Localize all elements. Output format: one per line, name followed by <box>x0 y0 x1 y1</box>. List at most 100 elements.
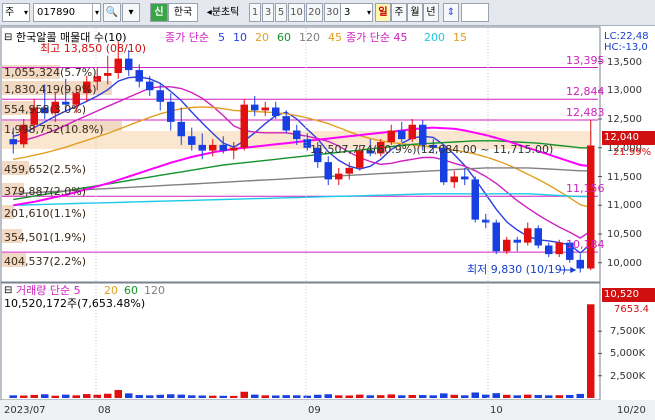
candle-body <box>345 167 353 174</box>
ma-period-10: 10 <box>233 31 247 44</box>
candle-body <box>513 239 521 243</box>
volume-bar <box>450 394 458 398</box>
candle-body <box>555 242 563 255</box>
volume-bar <box>93 394 101 398</box>
range-text: 11,507,774(60.9%)(12,084.00 ~ 11,715.00) <box>310 143 554 156</box>
volume-bar <box>167 394 175 398</box>
low-marker: 최저 9,830 (10/19) <box>467 263 567 276</box>
candle-body <box>503 239 511 252</box>
candle-body <box>524 228 532 243</box>
volume-bar <box>135 395 143 398</box>
volume-axis-label: 2,500K <box>610 370 646 382</box>
volume-bar <box>314 394 322 398</box>
volume-bar <box>219 395 227 398</box>
volume-bar <box>156 394 164 398</box>
candle-body <box>471 179 479 220</box>
volume-bar <box>566 394 574 398</box>
volume-bar <box>188 395 196 398</box>
volume-bar <box>492 393 500 398</box>
volume-bar <box>125 393 133 398</box>
candle-body <box>545 245 553 255</box>
collapse-icon[interactable]: ⊟ <box>4 284 12 297</box>
candle-body <box>219 144 227 151</box>
volume-profile-label: 1,998,752(10.8%) <box>4 123 104 136</box>
volume-axis-label: 7,500K <box>610 326 646 338</box>
volume-bar <box>272 395 280 398</box>
time-axis-label: 2023/07 <box>4 405 46 416</box>
ma2-period-15: 15 <box>453 31 467 44</box>
volume-profile-label: 201,610(1.1%) <box>4 207 87 220</box>
candle-body <box>114 58 122 73</box>
volume-bar <box>408 394 416 398</box>
volume-bar <box>335 395 343 398</box>
volume-bar <box>51 395 59 398</box>
volume-bar <box>72 395 80 398</box>
volume-bar <box>534 395 542 398</box>
current-price-badge: 12,040 <box>602 131 655 145</box>
candle-body <box>146 81 154 91</box>
candle-body <box>177 121 185 137</box>
volume-bar <box>251 394 259 398</box>
volume-profile-label: 379,887(2.0%) <box>4 185 87 198</box>
volume-bar <box>356 394 364 398</box>
candle-body <box>450 176 458 183</box>
candle-body <box>156 90 164 102</box>
price-axis-label: 12,500 <box>607 114 642 125</box>
volume-bar <box>198 395 206 398</box>
candle-body <box>240 104 248 148</box>
volume-bar <box>240 391 248 398</box>
volume-bar <box>545 395 553 398</box>
volume-bar <box>461 395 469 398</box>
ma-period-45: 45 <box>328 31 342 44</box>
volume-bar <box>377 395 385 398</box>
candle-body <box>188 136 196 145</box>
candle-body <box>251 104 259 111</box>
volume-bar <box>398 395 406 398</box>
ma2-period-200: 200 <box>424 31 445 44</box>
candle-body <box>576 259 584 269</box>
ma-period-5: 5 <box>218 31 225 44</box>
volume-bar <box>83 394 91 398</box>
current-change: 21.99% <box>613 147 652 158</box>
price-axis-label: 10,000 <box>607 257 642 269</box>
volume-bar <box>524 394 532 398</box>
volume-bar <box>513 395 521 398</box>
volume-bar <box>293 395 301 398</box>
candle-body <box>125 58 133 71</box>
volume-bar <box>366 395 374 398</box>
volume-bar <box>576 393 584 398</box>
volume-bar <box>440 393 448 398</box>
candle-body <box>419 124 427 145</box>
ma-period-60: 60 <box>277 31 291 44</box>
volume-bar <box>177 394 185 398</box>
hc-label: HC:-13,0 <box>604 42 648 53</box>
volume-title: 거래량 단순 5 <box>16 284 81 297</box>
volume-bar <box>471 392 479 398</box>
ma2-label: 종가 단순 45 <box>346 31 408 44</box>
time-axis-label: 08 <box>98 405 111 416</box>
candle-body <box>293 130 301 140</box>
candle-body <box>198 144 206 151</box>
ma-period-20: 20 <box>255 31 269 44</box>
high-marker: 최고 13,850 (08/10) <box>40 42 147 55</box>
volume-profile-label: 554,958(3.0%) <box>4 103 87 116</box>
price-chart[interactable] <box>0 0 655 420</box>
volume-detail: 10,520,172주(7,653.48%) <box>4 297 146 310</box>
candle-body <box>398 130 406 140</box>
collapse-icon[interactable]: ⊟ <box>4 31 12 44</box>
ma-period-120: 120 <box>299 31 320 44</box>
candle-body <box>104 73 112 76</box>
current-volume-badge: 10,520 <box>602 288 655 302</box>
volume-ma-120: 120 <box>144 284 165 297</box>
hline-label: 11,156 <box>566 182 605 196</box>
hline-label: 13,395 <box>566 53 605 67</box>
price-axis-label: 13,500 <box>607 56 642 68</box>
volume-profile-label: 404,537(2.2%) <box>4 255 87 268</box>
candle-body <box>272 107 280 117</box>
current-volume-ratio: 7653.4 <box>614 304 649 315</box>
candle-body <box>230 147 238 151</box>
time-axis-label: 10/20 <box>617 405 646 416</box>
volume-bar <box>282 395 290 398</box>
volume-bar <box>503 394 511 398</box>
volume-bar <box>20 395 28 398</box>
